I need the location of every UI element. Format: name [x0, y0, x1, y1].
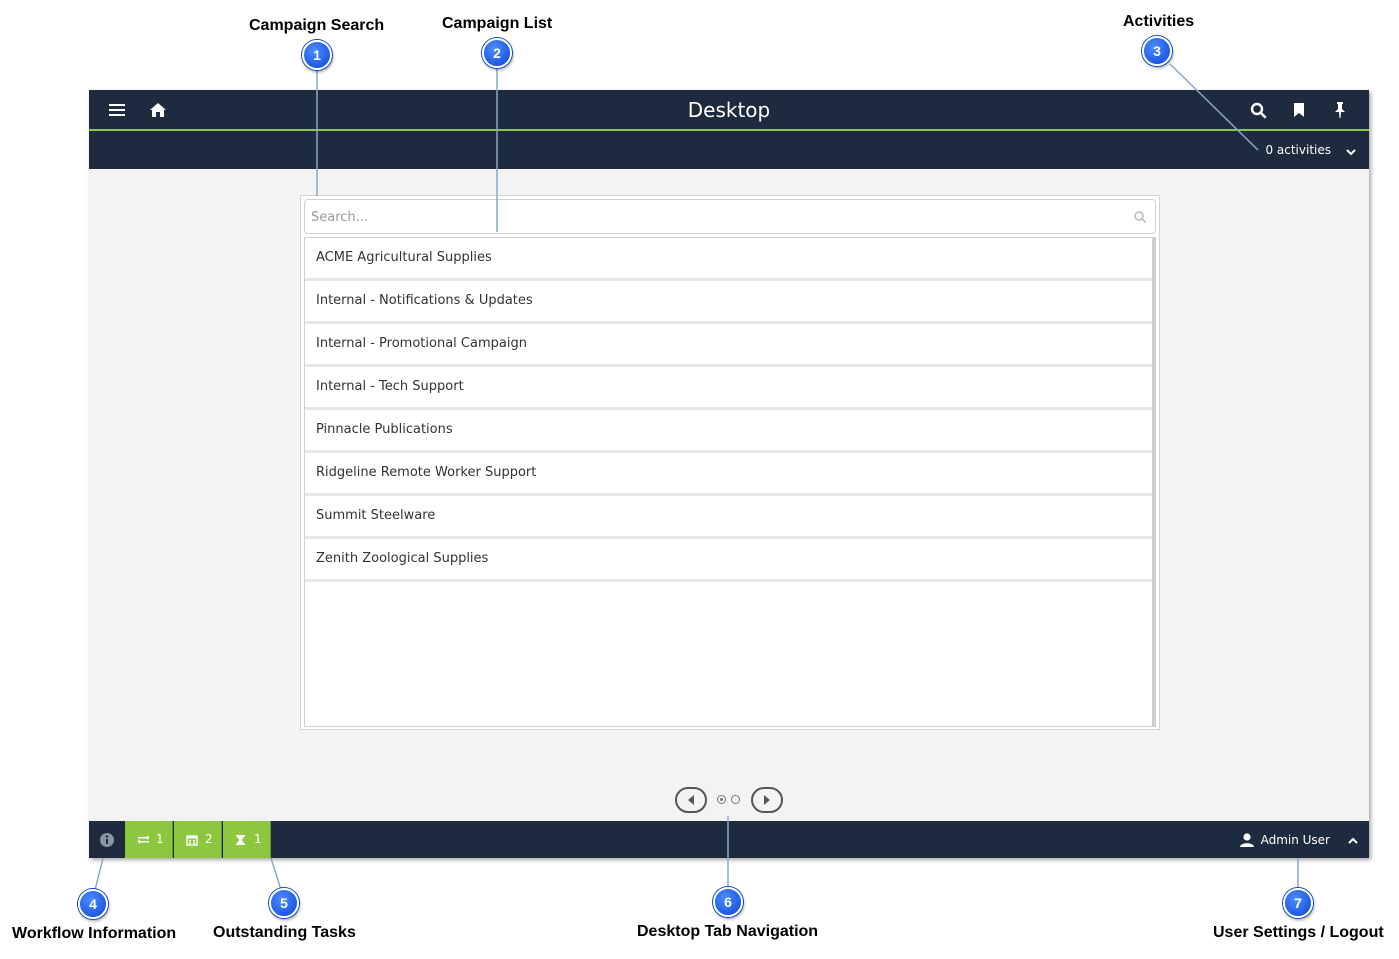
callout-label-campaign-search: Campaign Search	[249, 17, 385, 34]
callout-badge: 7	[1283, 888, 1313, 918]
callout-label-workflow-information: Workflow Information	[12, 925, 177, 942]
activities-bar	[89, 131, 1369, 169]
callout-badge: 6	[713, 887, 743, 917]
callout-label-outstanding-tasks: Outstanding Tasks	[213, 924, 356, 941]
arrow-left-icon	[688, 795, 694, 805]
callout-badge: 5	[269, 888, 299, 918]
callout-label-user-settings: User Settings / Logout	[1213, 924, 1384, 941]
search-icon[interactable]	[1133, 210, 1147, 224]
list-item[interactable]: Internal - Notifications & Updates	[305, 281, 1152, 324]
prev-tab-button[interactable]	[675, 787, 707, 813]
chevron-down-icon[interactable]	[1345, 145, 1357, 157]
callout-badge: 3	[1142, 36, 1172, 66]
callout-badge: 1	[302, 40, 332, 70]
callout-label-activities: Activities	[1123, 13, 1195, 30]
info-icon[interactable]	[99, 832, 115, 848]
tab-dot[interactable]	[731, 795, 740, 804]
pending-count: 1	[254, 832, 262, 846]
pending-tasks-button[interactable]: 1	[223, 821, 271, 858]
search-icon[interactable]	[1249, 100, 1269, 120]
calendar-icon	[186, 835, 198, 846]
callout-badge: 4	[78, 889, 108, 919]
search-input[interactable]	[311, 207, 1111, 227]
next-tab-button[interactable]	[751, 787, 783, 813]
list-item[interactable]: Internal - Promotional Campaign	[305, 324, 1152, 367]
campaign-panel: ACME Agricultural Supplies Internal - No…	[300, 195, 1160, 730]
stage: Desktop 0 activities ACME A	[0, 0, 1399, 959]
app-window: Desktop 0 activities ACME A	[89, 90, 1369, 858]
top-bar: Desktop	[89, 90, 1369, 131]
callout-label-campaign-list: Campaign List	[442, 15, 553, 32]
list-item[interactable]: Internal - Tech Support	[305, 367, 1152, 410]
tab-dot-active[interactable]	[717, 795, 726, 804]
calendar-tasks-button[interactable]: 2	[174, 821, 222, 858]
hourglass-icon	[236, 835, 245, 845]
activities-count[interactable]: 0 activities	[1265, 143, 1331, 157]
transfer-count: 1	[156, 832, 164, 846]
bottom-bar: 1 2 1 Admin User	[89, 821, 1369, 858]
callout-badge: 2	[482, 38, 512, 68]
transfer-tasks-button[interactable]: 1	[125, 821, 173, 858]
arrow-right-icon	[764, 795, 770, 805]
chevron-up-icon[interactable]	[1347, 834, 1359, 846]
campaign-list: ACME Agricultural Supplies Internal - No…	[304, 237, 1156, 727]
list-item[interactable]: Ridgeline Remote Worker Support	[305, 453, 1152, 496]
transfer-icon	[137, 835, 150, 844]
list-item[interactable]: Zenith Zoological Supplies	[305, 539, 1152, 582]
user-icon[interactable]	[1239, 832, 1255, 848]
list-item[interactable]: Summit Steelware	[305, 496, 1152, 539]
pin-icon[interactable]	[1332, 100, 1352, 120]
callout-label-desktop-tab-navigation: Desktop Tab Navigation	[637, 923, 819, 940]
bookmark-icon[interactable]	[1291, 100, 1311, 120]
calendar-count: 2	[205, 832, 213, 846]
campaign-search	[304, 199, 1156, 234]
list-item[interactable]: ACME Agricultural Supplies	[305, 238, 1152, 281]
page-title: Desktop	[687, 98, 771, 122]
user-name[interactable]: Admin User	[1261, 833, 1330, 847]
list-item[interactable]: Pinnacle Publications	[305, 410, 1152, 453]
